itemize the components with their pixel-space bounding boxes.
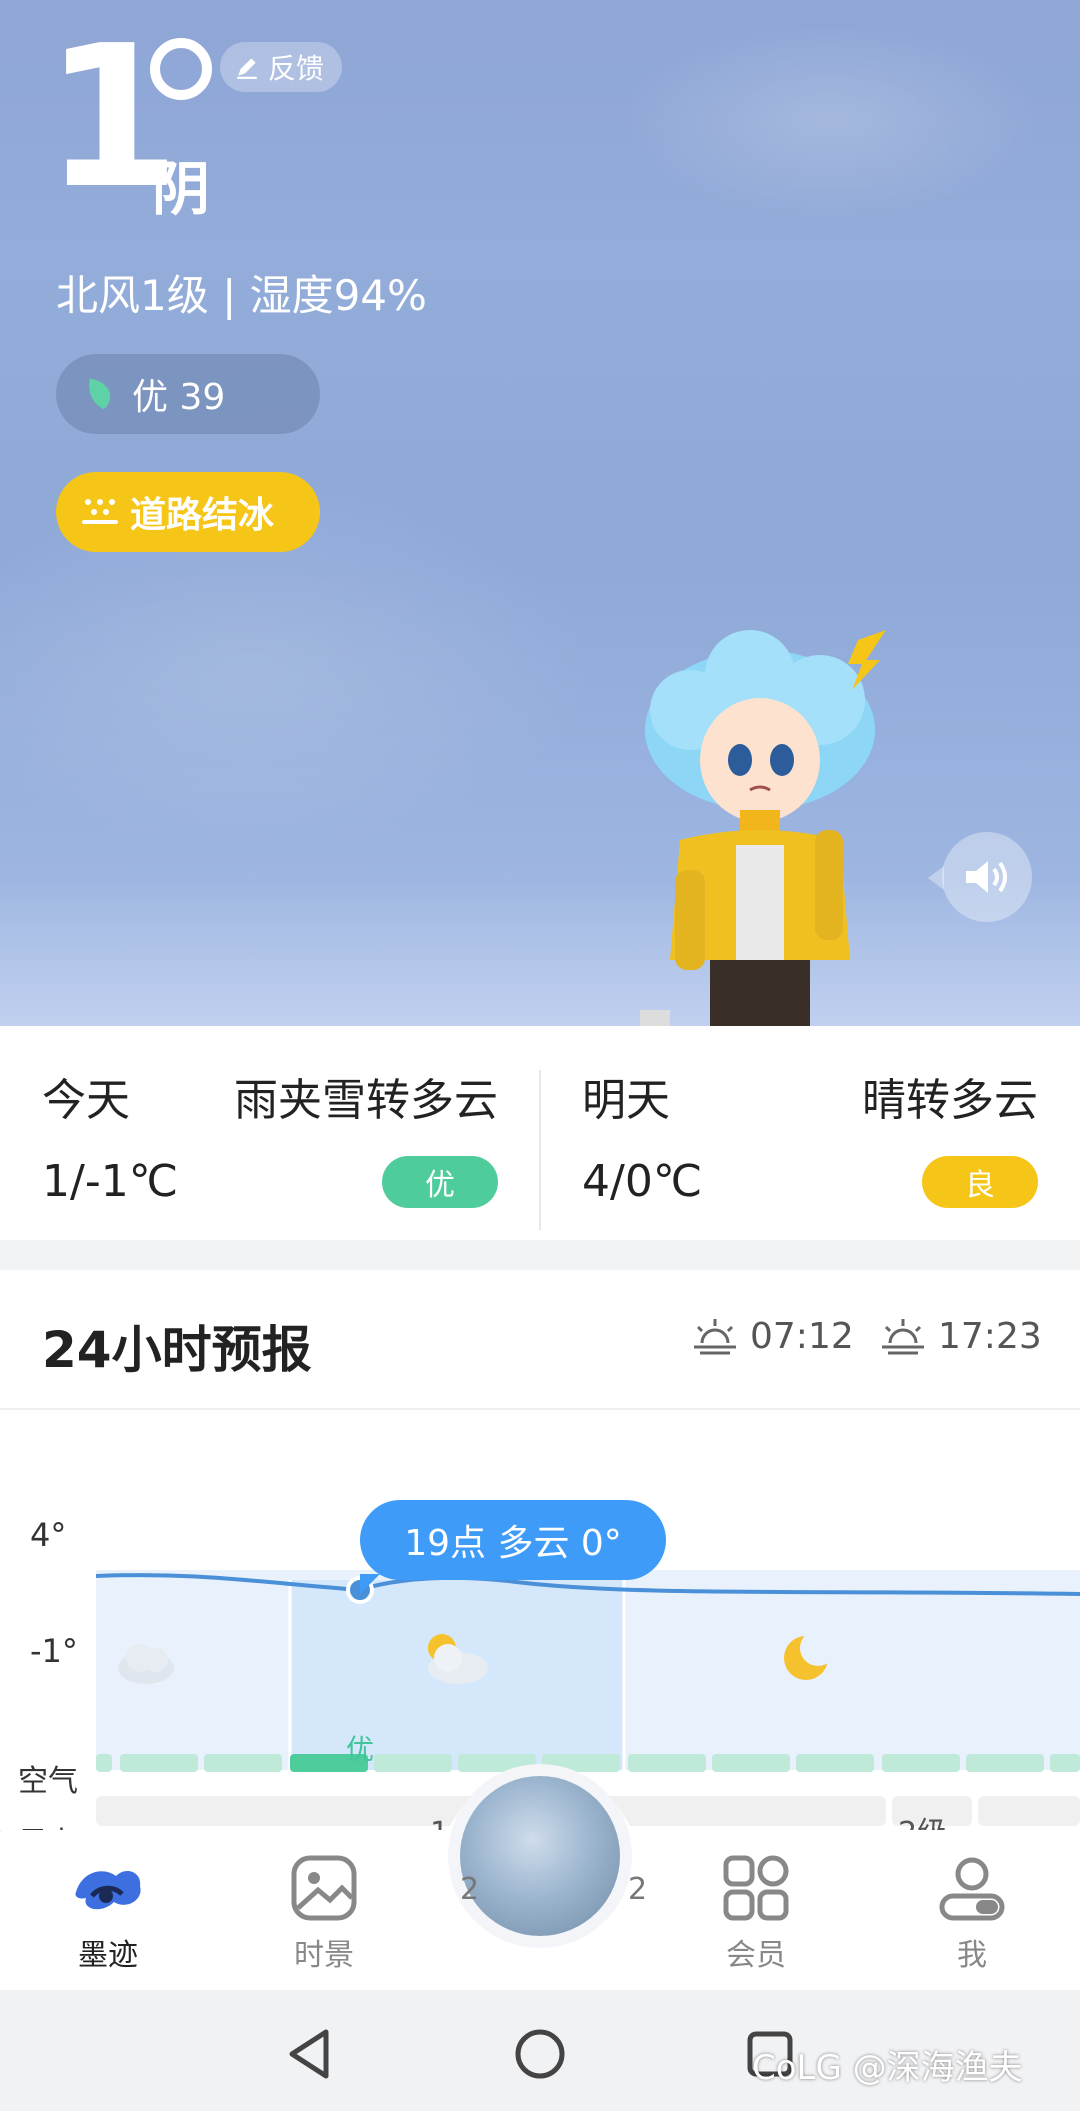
aqi-bar-row [96,1754,1080,1772]
sunset-time: 17:23 [938,1316,1042,1357]
tomorrow-label: 明天 [582,1075,670,1126]
sunset-icon [882,1318,924,1354]
road-ice-icon [82,499,118,524]
nav-label: 我 [957,1938,987,1973]
tick-low: -1° [30,1632,78,1670]
feedback-button[interactable]: 反馈 [220,42,343,92]
hour-tooltip: 19点 多云 0° [360,1500,666,1594]
aqi-text: 优 39 [132,377,226,418]
today-range: 1/-1℃ [42,1156,179,1207]
home-icon[interactable] [512,2026,568,2082]
today-desc: 雨夹雪转多云 [234,1075,498,1126]
nav-label: 墨迹 [78,1938,138,1973]
tooltip-text: 19点 多云 0° [404,1523,622,1564]
aqi-highlight-label: 优 [346,1733,375,1766]
photo-icon [291,1855,357,1921]
nav-item-vip[interactable]: 会员 [676,1852,836,1974]
user-icon [939,1857,1005,1921]
current-condition: 阴 [152,155,211,223]
weather-mascot[interactable] [640,630,920,1026]
sky-cloud [620,20,1040,220]
today-label: 今天 [42,1075,130,1126]
wind-level-tag: 2 [460,1872,480,1907]
speaker-button[interactable] [942,832,1032,922]
nav-label: 会员 [726,1938,786,1973]
tomorrow-desc: 晴转多云 [862,1075,1038,1126]
tooltip-tail [360,1574,380,1594]
speaker-icon [966,861,1007,893]
warning-text: 道路结冰 [130,495,275,536]
daily-summary: 今天 雨夹雪转多云 1/-1℃ 优 明天 晴转多云 4/0℃ 良 [0,1026,1080,1240]
air-quality-row-label: 空气 [18,1764,78,1799]
pencil-icon [237,58,257,79]
wind-level-tag: 2 [628,1872,648,1907]
grid-icon [723,1855,789,1921]
today-aqi-badge: 优 [382,1156,498,1208]
aqi-pill[interactable]: 优 39 [56,354,320,434]
hourly-forecast: 24小时预报 07:12 17:23 4° -1° 19点 多云 0° 优 空气 [0,1270,1080,1861]
tomorrow-range: 4/0℃ [582,1156,703,1207]
warning-pill[interactable]: 道路结冰 [56,472,320,552]
sunrise: 07:12 [690,1316,854,1357]
watermark: CoLG @深海渔夫 [752,2048,1023,2088]
weather-hero: 1 阴 反馈 北风1级 | 湿度94% 优 39 道路结冰 [0,0,1080,1026]
tomorrow-card[interactable]: 明天 晴转多云 4/0℃ 良 [540,1026,1080,1240]
tomorrow-aqi-badge: 良 [922,1156,1038,1208]
forecast-title: 24小时预报 [42,1321,312,1379]
sky-photo-button[interactable] [460,1776,620,1936]
nav-label: 时景 [294,1938,354,1973]
sunset: 17:23 [878,1316,1042,1357]
today-card[interactable]: 今天 雨夹雪转多云 1/-1℃ 优 [0,1026,540,1240]
sunrise-icon [694,1318,736,1354]
moji-logo-icon [75,1871,141,1910]
nav-item-scenes[interactable]: 时景 [244,1852,404,1974]
degree-symbol [150,38,212,100]
back-icon[interactable] [282,2026,338,2082]
wind-humidity: 北风1级 | 湿度94% [56,271,427,320]
nav-item-me[interactable]: 我 [892,1852,1052,1974]
nav-item-moji[interactable]: 墨迹 [28,1852,188,1974]
feedback-label: 反馈 [268,52,325,85]
tick-high: 4° [30,1516,67,1554]
leaf-icon [89,378,111,410]
sunrise-time: 07:12 [750,1316,854,1357]
divider [0,1408,1080,1410]
